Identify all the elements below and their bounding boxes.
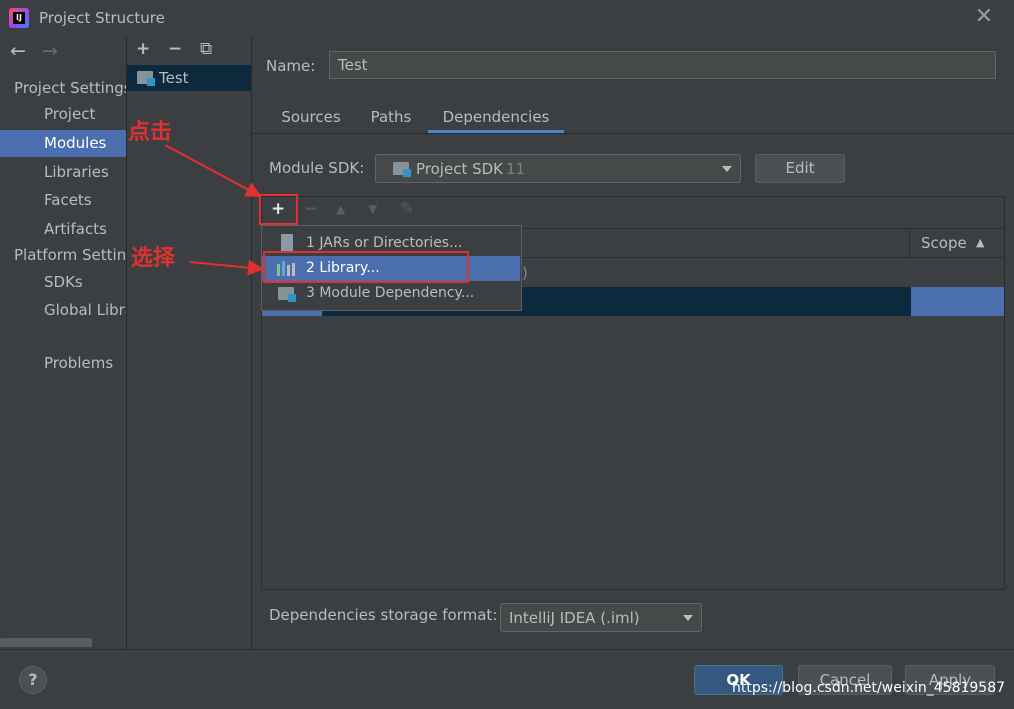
annotation-arrows xyxy=(164,144,264,276)
watermark-text: https://blog.csdn.net/weixin_45819587 xyxy=(732,680,1006,696)
annotation-arrow-select xyxy=(189,259,264,276)
annotation-arrow-click xyxy=(164,144,262,197)
help-button[interactable]: ? xyxy=(19,666,47,694)
